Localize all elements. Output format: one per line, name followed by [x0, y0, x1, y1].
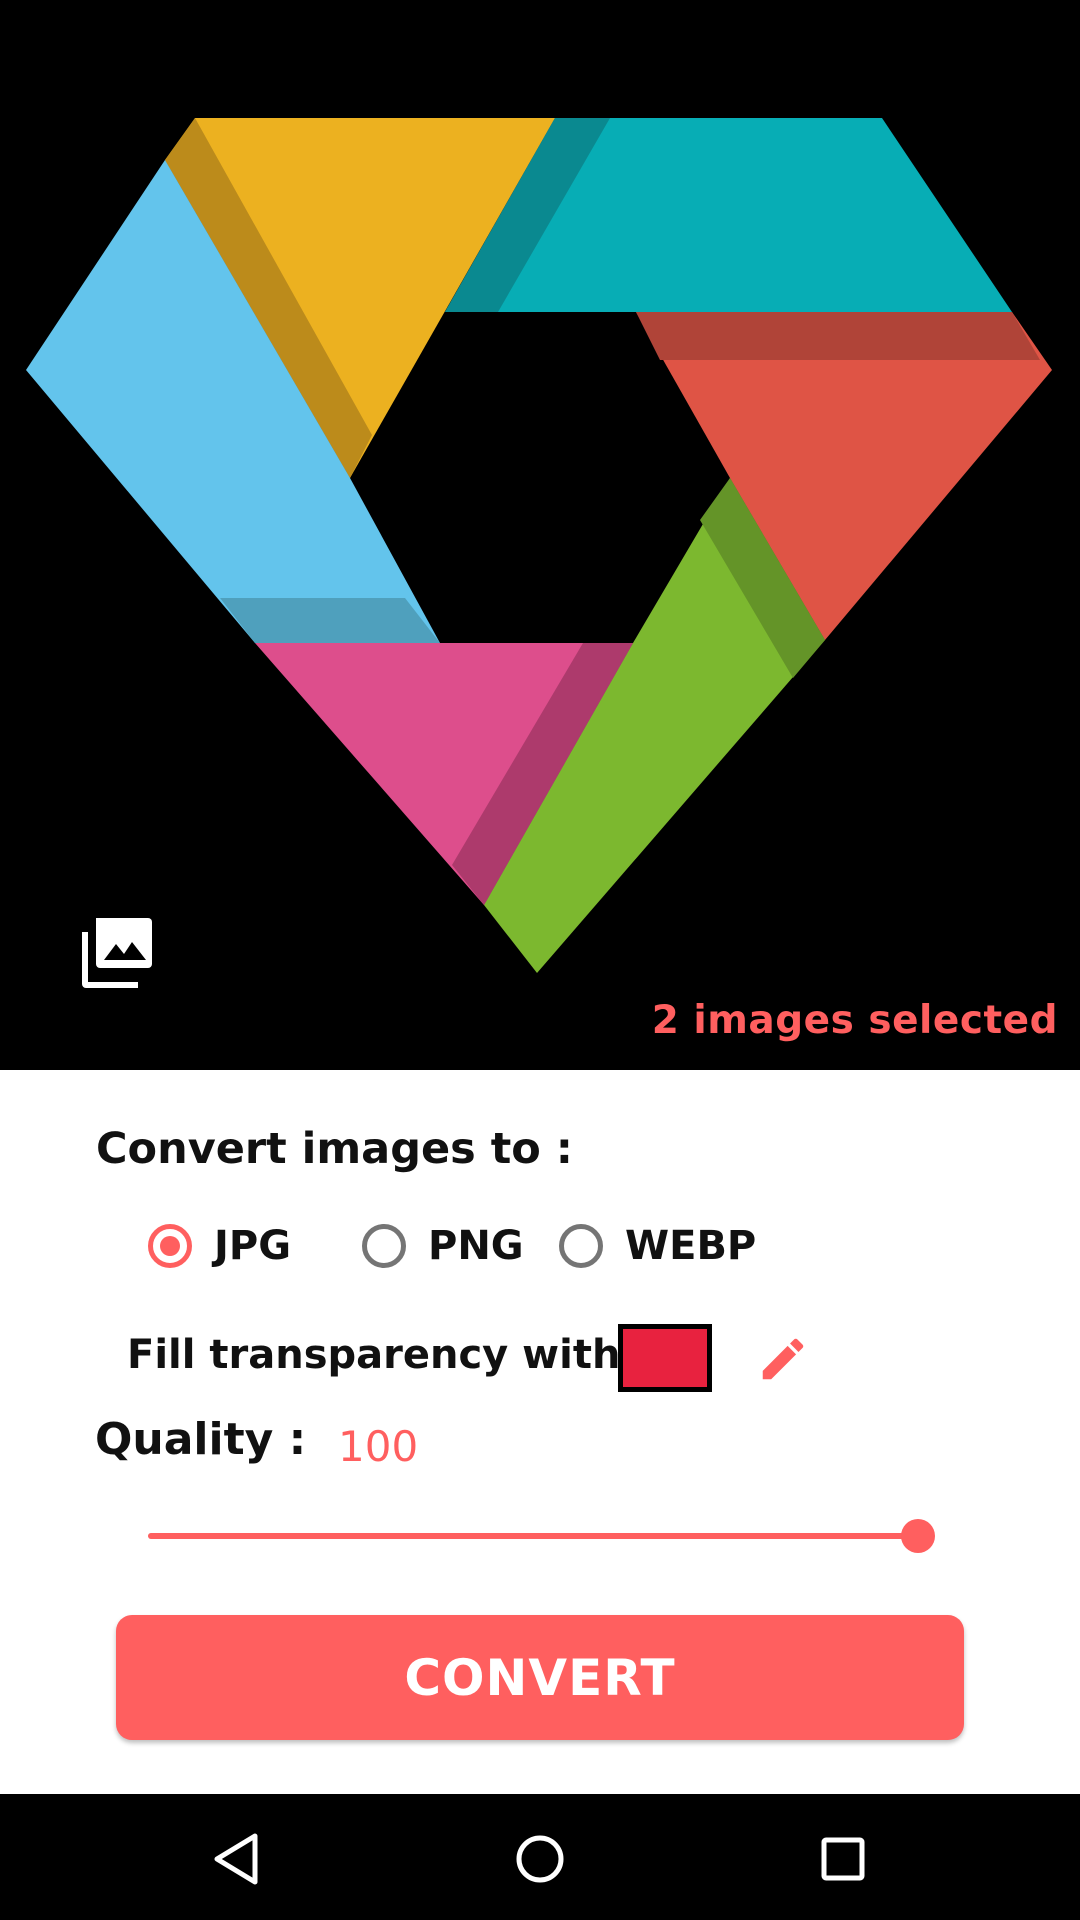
app-screen: 2 images selected Convert images to : JP… — [0, 0, 1080, 1920]
radio-unchecked-icon — [362, 1224, 406, 1268]
format-radio-group: JPG PNG WEBP — [0, 1218, 1080, 1274]
radio-jpg[interactable]: JPG — [148, 1218, 291, 1274]
radio-png-label: PNG — [428, 1223, 524, 1269]
slider-thumb[interactable] — [901, 1519, 935, 1553]
home-circle-icon[interactable] — [505, 1824, 575, 1894]
fill-transparency-label: Fill transparency with - — [127, 1332, 651, 1378]
image-preview: 2 images selected — [0, 0, 1080, 1070]
radio-checked-icon — [148, 1224, 192, 1268]
radio-unchecked-icon — [559, 1224, 603, 1268]
radio-webp[interactable]: WEBP — [559, 1218, 756, 1274]
fill-color-swatch[interactable] — [618, 1324, 712, 1392]
radio-webp-label: WEBP — [625, 1223, 757, 1269]
slider-fill — [148, 1533, 918, 1539]
system-navigation-bar — [0, 1794, 1080, 1920]
convert-button[interactable]: CONVERT — [116, 1615, 964, 1740]
radio-jpg-label: JPG — [214, 1223, 292, 1269]
recents-square-icon[interactable] — [808, 1824, 878, 1894]
photo-library-icon[interactable] — [76, 912, 156, 992]
quality-slider[interactable] — [148, 1516, 936, 1556]
convert-images-label: Convert images to : — [96, 1124, 573, 1174]
selected-count-label: 2 images selected — [651, 998, 1058, 1043]
quality-label: Quality : — [95, 1414, 307, 1465]
back-triangle-icon[interactable] — [203, 1824, 273, 1894]
pencil-icon[interactable] — [756, 1332, 810, 1386]
colorful-diamond-logo — [26, 118, 1052, 973]
radio-png[interactable]: PNG — [362, 1218, 524, 1274]
quality-value: 100 — [338, 1422, 419, 1471]
